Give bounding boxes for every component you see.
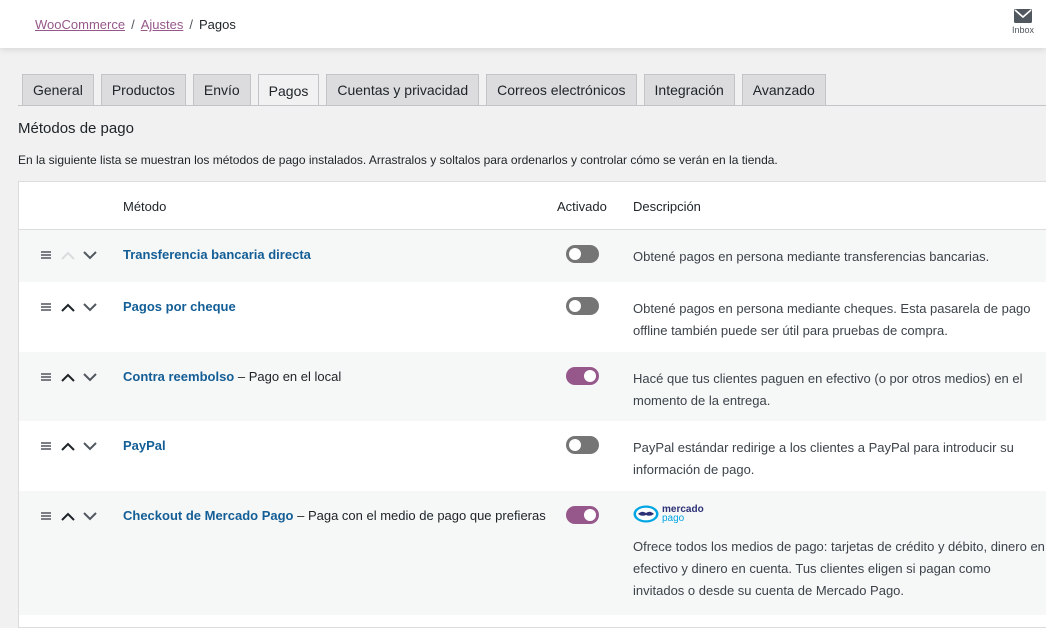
toggle-knob bbox=[569, 300, 581, 312]
breadcrumb: WooCommerce / Ajustes / Pagos bbox=[35, 17, 236, 32]
section-description: En la siguiente lista se muestran los mé… bbox=[18, 153, 778, 167]
enable-toggle[interactable] bbox=[566, 245, 599, 263]
page-title: Métodos de pago bbox=[18, 120, 134, 137]
move-down-icon[interactable] bbox=[82, 299, 98, 315]
tabs-divider bbox=[18, 105, 1046, 106]
payment-method-row: Checkout de Mercado Pago – Paga con el m… bbox=[19, 491, 1046, 615]
breadcrumb-separator: / bbox=[131, 17, 135, 32]
drag-handle-icon[interactable] bbox=[38, 508, 54, 524]
payment-method-link[interactable]: Transferencia bancaria directa bbox=[123, 247, 311, 262]
move-up-icon[interactable] bbox=[60, 247, 76, 263]
drag-handle-icon[interactable] bbox=[38, 299, 54, 315]
move-up-icon[interactable] bbox=[60, 438, 76, 454]
payment-method-description: Hacé que tus clientes paguen en efectivo… bbox=[633, 371, 1023, 408]
breadcrumb-ajustes-link[interactable]: Ajustes bbox=[141, 17, 184, 32]
enable-toggle[interactable] bbox=[566, 506, 599, 524]
toggle-knob bbox=[569, 248, 581, 260]
payment-method-description: Obtené pagos en persona mediante cheques… bbox=[633, 301, 1031, 338]
enable-toggle[interactable] bbox=[566, 436, 599, 454]
toggle-knob bbox=[569, 439, 581, 451]
drag-handle-icon[interactable] bbox=[38, 247, 54, 263]
payment-method-row: Pagos por cheque Obtené pagos en persona… bbox=[19, 282, 1046, 352]
move-up-icon[interactable] bbox=[60, 369, 76, 385]
tab-envio[interactable]: Envío bbox=[192, 74, 251, 105]
payment-method-link[interactable]: Contra reembolso bbox=[123, 369, 234, 384]
move-up-icon[interactable] bbox=[60, 508, 76, 524]
settings-tabs: General Productos Envío Pagos Cuentas y … bbox=[22, 74, 826, 106]
column-header-description: Descripción bbox=[633, 199, 701, 214]
mail-icon bbox=[1014, 9, 1032, 23]
mercado-pago-logo: mercado pago bbox=[633, 505, 704, 524]
drag-handle-icon[interactable] bbox=[38, 369, 54, 385]
payment-method-row: Transferencia bancaria directa Obtené pa… bbox=[19, 230, 1046, 282]
inbox-label: Inbox bbox=[1011, 25, 1035, 35]
breadcrumb-separator: / bbox=[189, 17, 193, 32]
tab-integracion[interactable]: Integración bbox=[643, 74, 735, 105]
payment-method-link[interactable]: PayPal bbox=[123, 438, 166, 453]
table-header: Método Activado Descripción bbox=[19, 182, 1046, 230]
payment-method-description: PayPal estándar redirige a los clientes … bbox=[633, 440, 1014, 477]
tab-pagos[interactable]: Pagos bbox=[257, 74, 320, 106]
move-down-icon[interactable] bbox=[82, 369, 98, 385]
payment-method-link[interactable]: Pagos por cheque bbox=[123, 299, 236, 314]
payment-method-link[interactable]: Checkout de Mercado Pago bbox=[123, 508, 293, 523]
move-down-icon[interactable] bbox=[82, 508, 98, 524]
breadcrumb-current: Pagos bbox=[198, 17, 236, 32]
move-down-icon[interactable] bbox=[82, 438, 98, 454]
payment-method-row: PayPal PayPal estándar redirige a los cl… bbox=[19, 421, 1046, 491]
column-header-method: Método bbox=[123, 199, 167, 214]
column-header-enabled: Activado bbox=[557, 199, 607, 214]
tab-general[interactable]: General bbox=[22, 74, 94, 105]
payment-methods-table: Método Activado Descripción Transferenci… bbox=[18, 181, 1046, 628]
toggle-knob bbox=[584, 509, 596, 521]
breadcrumb-woocommerce-link[interactable]: WooCommerce bbox=[35, 17, 125, 32]
enable-toggle[interactable] bbox=[566, 297, 599, 315]
payment-method-description: Obtené pagos en persona mediante transfe… bbox=[633, 249, 990, 264]
top-bar: WooCommerce / Ajustes / Pagos Inbox bbox=[0, 0, 1046, 48]
enable-toggle[interactable] bbox=[566, 367, 599, 385]
inbox-button[interactable]: Inbox bbox=[1008, 9, 1038, 35]
tab-productos[interactable]: Productos bbox=[100, 74, 186, 105]
move-down-icon[interactable] bbox=[82, 247, 98, 263]
mercado-pago-logo-subtext: pago bbox=[662, 513, 685, 524]
payment-method-subtitle: – Pago en el local bbox=[237, 369, 342, 384]
move-up-icon[interactable] bbox=[60, 299, 76, 315]
tab-avanzado[interactable]: Avanzado bbox=[741, 74, 826, 105]
tab-cuentas-y-privacidad[interactable]: Cuentas y privacidad bbox=[326, 74, 480, 105]
tab-correos-electronicos[interactable]: Correos electrónicos bbox=[486, 74, 637, 105]
handshake-icon bbox=[633, 505, 659, 523]
payment-method-subtitle: – Paga con el medio de pago que prefiera… bbox=[297, 508, 546, 523]
payment-method-description: Ofrece todos los medios de pago: tarjeta… bbox=[633, 539, 1045, 598]
toggle-knob bbox=[584, 370, 596, 382]
drag-handle-icon[interactable] bbox=[38, 438, 54, 454]
payment-method-row: Contra reembolso – Pago en el local Hacé… bbox=[19, 352, 1046, 421]
